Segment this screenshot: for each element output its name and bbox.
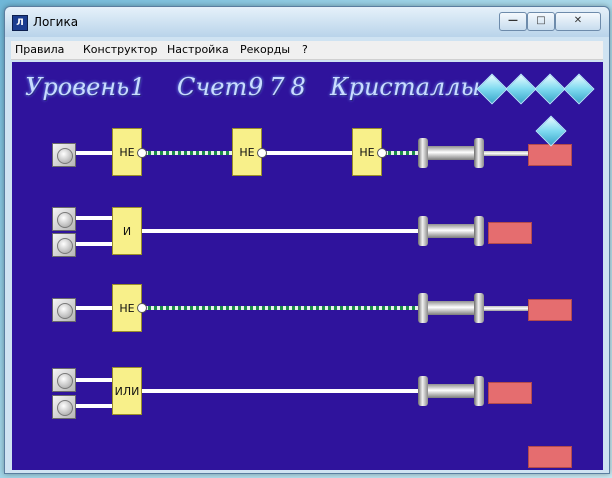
menu-rules[interactable]: Правила <box>15 43 64 56</box>
window-title: Логика <box>33 15 79 29</box>
gate-label: И <box>122 224 132 238</box>
wire <box>76 216 112 220</box>
app-window: Л Логика — □ ✕ Правила Конструктор Настр… <box>4 6 610 474</box>
switch-knob <box>57 238 73 254</box>
wire-active <box>142 306 418 310</box>
piston-rod <box>484 306 528 311</box>
pipe-flange <box>418 293 428 323</box>
game-board: Уровень 1 Счет 978 Кристаллы НЕ НЕ НЕ И <box>12 62 603 470</box>
maximize-icon: □ <box>536 15 546 26</box>
close-icon: ✕ <box>573 15 583 26</box>
switch-knob <box>57 148 73 164</box>
menu-constructor[interactable]: Конструктор <box>83 43 157 56</box>
pipe-flange <box>474 216 484 246</box>
crystal-icon <box>505 73 537 105</box>
gate-label: НЕ <box>239 145 255 159</box>
app-icon: Л <box>12 15 28 31</box>
switch-knob <box>57 212 73 228</box>
wire <box>76 404 112 408</box>
inverter-dot <box>137 303 147 313</box>
crystal-icon <box>476 73 508 105</box>
or-gate: ИЛИ <box>112 367 142 415</box>
inverter-dot <box>257 148 267 158</box>
minimize-icon: — <box>508 15 518 26</box>
crystal-icon <box>534 73 566 105</box>
input-switch[interactable] <box>52 143 76 167</box>
pipe <box>424 384 479 398</box>
maximize-button[interactable]: □ <box>527 12 555 31</box>
gate-label: НЕ <box>119 301 135 315</box>
close-button[interactable]: ✕ <box>555 12 601 31</box>
pipe-flange <box>418 376 428 406</box>
wire-active <box>142 151 232 155</box>
output-lamp <box>488 222 532 244</box>
gate-label: НЕ <box>359 145 375 159</box>
wire-active <box>382 151 418 155</box>
minimize-button[interactable]: — <box>499 12 527 31</box>
pipe <box>424 146 479 160</box>
pipe-flange <box>418 216 428 246</box>
menu-bar: Правила Конструктор Настройка Рекорды ? <box>11 41 603 60</box>
input-switch[interactable] <box>52 207 76 231</box>
inverter-dot <box>377 148 387 158</box>
output-lamp <box>528 144 572 166</box>
wire <box>76 378 112 382</box>
output-lamp <box>528 446 572 468</box>
wire <box>142 389 418 393</box>
pipe-flange <box>474 376 484 406</box>
title-bar[interactable]: Л Логика — □ ✕ <box>5 7 609 37</box>
crystals-label: Кристаллы <box>330 73 481 101</box>
input-switch[interactable] <box>52 368 76 392</box>
menu-help[interactable]: ? <box>302 43 308 56</box>
pipe <box>424 301 479 315</box>
menu-records[interactable]: Рекорды <box>240 43 290 56</box>
output-lamp <box>488 382 532 404</box>
score-label: Счет <box>177 73 248 101</box>
wire <box>76 242 112 246</box>
menu-settings[interactable]: Настройка <box>167 43 229 56</box>
crystal-icon <box>535 115 567 147</box>
wire <box>76 306 112 310</box>
switch-knob <box>57 373 73 389</box>
pipe-flange <box>474 138 484 168</box>
crystal-icon <box>563 73 595 105</box>
input-switch[interactable] <box>52 233 76 257</box>
and-gate: И <box>112 207 142 255</box>
score-value: 978 <box>248 73 312 101</box>
wire <box>76 151 112 155</box>
pipe-flange <box>474 293 484 323</box>
gate-label: НЕ <box>119 145 135 159</box>
level-value: 1 <box>130 73 146 101</box>
switch-knob <box>57 303 73 319</box>
wire <box>142 229 418 233</box>
pipe <box>424 224 479 238</box>
input-switch[interactable] <box>52 298 76 322</box>
pipe-flange <box>418 138 428 168</box>
input-switch[interactable] <box>52 395 76 419</box>
piston-rod <box>484 151 528 156</box>
output-lamp <box>528 299 572 321</box>
switch-knob <box>57 400 73 416</box>
wire <box>262 151 352 155</box>
inverter-dot <box>137 148 147 158</box>
gate-label: ИЛИ <box>114 384 140 398</box>
level-label: Уровень <box>25 73 130 101</box>
